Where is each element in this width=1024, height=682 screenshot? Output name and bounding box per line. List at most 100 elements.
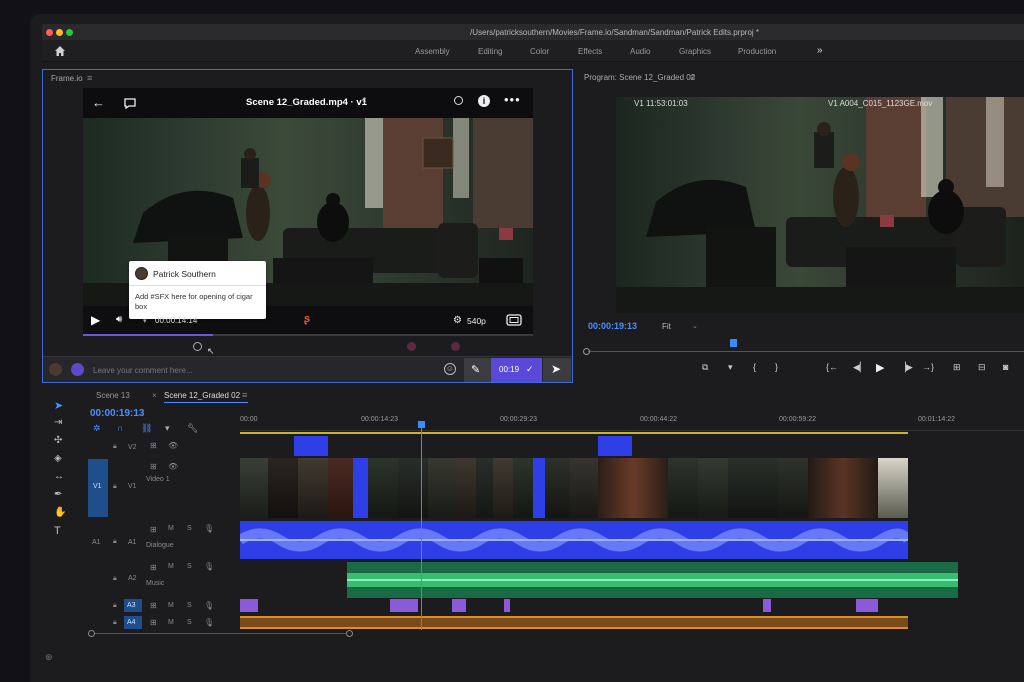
- lock-icon[interactable]: 🔒︎: [113, 443, 117, 451]
- timeline-zoom-handle[interactable]: [346, 630, 353, 637]
- nest-icon[interactable]: ✲: [93, 423, 101, 434]
- go-to-out-icon[interactable]: →}: [922, 362, 934, 372]
- dialogue-audio-clip[interactable]: [240, 521, 908, 559]
- wrench-icon[interactable]: 🔧︎: [187, 423, 198, 434]
- a3-clip[interactable]: [240, 599, 258, 612]
- comment-bubble[interactable]: Patrick Southern Add #SFX here for openi…: [129, 261, 266, 319]
- lock-icon[interactable]: 🔒︎: [113, 619, 117, 627]
- music-audio-clip[interactable]: [347, 562, 958, 598]
- insert-icon[interactable]: ⧉: [702, 362, 708, 373]
- export-frame-icon[interactable]: ◙: [1003, 362, 1008, 372]
- toggle-sync-icon[interactable]: ⊞: [150, 618, 157, 627]
- video-clip[interactable]: [268, 458, 298, 518]
- a3-clip[interactable]: [390, 599, 418, 612]
- video-clip[interactable]: [476, 458, 493, 518]
- selection-tool-icon[interactable]: ➤: [54, 399, 63, 412]
- comment-marker-icon-3[interactable]: [451, 342, 460, 351]
- video-clip[interactable]: [778, 458, 808, 518]
- workspace-effects[interactable]: Effects: [578, 47, 602, 56]
- video-clip[interactable]: [598, 458, 668, 518]
- video-clip[interactable]: [328, 458, 353, 518]
- video-clip[interactable]: [728, 458, 778, 518]
- a3-clip[interactable]: [856, 599, 878, 612]
- video-clip[interactable]: [878, 458, 908, 518]
- step-back-icon[interactable]: ◀▏: [853, 362, 867, 373]
- eye-icon[interactable]: 👁︎: [168, 462, 178, 471]
- mic-icon[interactable]: 🎙︎: [204, 524, 214, 533]
- video-clip[interactable]: [398, 458, 428, 518]
- timeline-ruler[interactable]: 00:00 00:00:14:23 00:00:29:23 00:00:44:2…: [240, 409, 1024, 431]
- video-clip[interactable]: [808, 458, 878, 518]
- v1-clip-strip[interactable]: [240, 458, 908, 518]
- go-to-in-icon[interactable]: {←: [826, 362, 838, 372]
- type-tool-icon[interactable]: T: [54, 525, 61, 537]
- a3-clip[interactable]: [763, 599, 771, 612]
- close-window-button[interactable]: [46, 29, 53, 36]
- solo-button[interactable]: S: [187, 602, 192, 609]
- settings-gear-icon[interactable]: ⚙: [453, 315, 462, 326]
- workspace-production[interactable]: Production: [738, 47, 776, 56]
- a3-clip[interactable]: [452, 599, 466, 612]
- more-workspaces-icon[interactable]: »: [817, 45, 823, 56]
- timestamp-toggle[interactable]: 00:19 ✓: [491, 358, 542, 382]
- mic-icon[interactable]: 🎙︎: [204, 618, 214, 627]
- workspace-assembly[interactable]: Assembly: [415, 47, 450, 56]
- a3-clip[interactable]: [504, 599, 510, 612]
- hand-tool-icon[interactable]: ✋: [54, 507, 66, 518]
- timeline-timecode[interactable]: 00:00:19:13: [90, 408, 144, 419]
- razor-tool-icon[interactable]: ◈: [54, 453, 62, 464]
- tab-scene-13[interactable]: Scene 13: [96, 391, 130, 400]
- workspace-editing[interactable]: Editing: [478, 47, 502, 56]
- solo-button[interactable]: S: [187, 619, 192, 626]
- fullscreen-icon[interactable]: [506, 314, 522, 326]
- info-icon[interactable]: i: [478, 95, 490, 107]
- quality-label[interactable]: 540p: [467, 316, 486, 326]
- mute-button[interactable]: M: [168, 563, 174, 570]
- mark-in-icon[interactable]: {: [753, 362, 756, 372]
- back-arrow-icon[interactable]: ←: [92, 95, 105, 110]
- minimize-window-button[interactable]: [56, 29, 63, 36]
- v2-clip[interactable]: [598, 436, 632, 456]
- more-options-icon[interactable]: •••: [504, 92, 521, 107]
- timeline-playhead[interactable]: [421, 425, 422, 630]
- lift-icon[interactable]: ⊞: [953, 362, 961, 373]
- solo-button[interactable]: S: [187, 563, 192, 570]
- comments-icon[interactable]: [123, 97, 137, 110]
- volume-icon[interactable]: 🔊︎: [116, 314, 122, 325]
- toggle-sync-icon[interactable]: ⊞: [150, 525, 157, 534]
- timeline-marker-icon[interactable]: ▾: [165, 423, 170, 434]
- video-clip[interactable]: [545, 458, 570, 518]
- program-scroll-handle[interactable]: [583, 348, 590, 355]
- video-clip[interactable]: [570, 458, 598, 518]
- mute-button[interactable]: M: [168, 619, 174, 626]
- eye-icon[interactable]: 👁︎: [168, 441, 178, 450]
- ripple-edit-tool-icon[interactable]: ✣: [54, 435, 62, 446]
- workspace-graphics[interactable]: Graphics: [679, 47, 711, 56]
- video-clip[interactable]: [368, 458, 398, 518]
- playhead-handle[interactable]: [418, 421, 425, 428]
- video-clip[interactable]: [698, 458, 728, 518]
- version-chevron-icon[interactable]: ⇕: [361, 96, 368, 105]
- video-clip[interactable]: [493, 458, 513, 518]
- a3-target[interactable]: A3: [124, 599, 142, 612]
- workspace-color[interactable]: Color: [530, 47, 549, 56]
- video-clip[interactable]: [456, 458, 476, 518]
- program-playhead[interactable]: [730, 339, 737, 347]
- file-title[interactable]: Scene 12_Graded.mp4 · v1: [246, 97, 367, 108]
- mark-out-icon[interactable]: }: [775, 362, 778, 372]
- video-clip-selected[interactable]: [353, 458, 368, 518]
- track-select-tool-icon[interactable]: ⇥: [54, 417, 62, 428]
- toggle-sync-icon[interactable]: ⊞: [150, 462, 157, 471]
- comment-marker-icon[interactable]: [193, 342, 202, 351]
- step-forward-icon[interactable]: ▕▶: [899, 362, 913, 373]
- program-scrubber[interactable]: [588, 351, 1024, 352]
- pen-tool-icon[interactable]: ✒: [54, 489, 62, 500]
- fit-dropdown[interactable]: Fit: [662, 322, 671, 331]
- extract-icon[interactable]: ⊟: [978, 362, 986, 373]
- timeline-zoom-handle[interactable]: [88, 630, 95, 637]
- snap-icon[interactable]: ∩: [117, 423, 123, 433]
- play-icon[interactable]: ▶: [91, 313, 100, 327]
- tab-close-icon[interactable]: ×: [152, 391, 157, 400]
- send-button[interactable]: ➤: [543, 358, 571, 382]
- track-area[interactable]: [240, 421, 1024, 635]
